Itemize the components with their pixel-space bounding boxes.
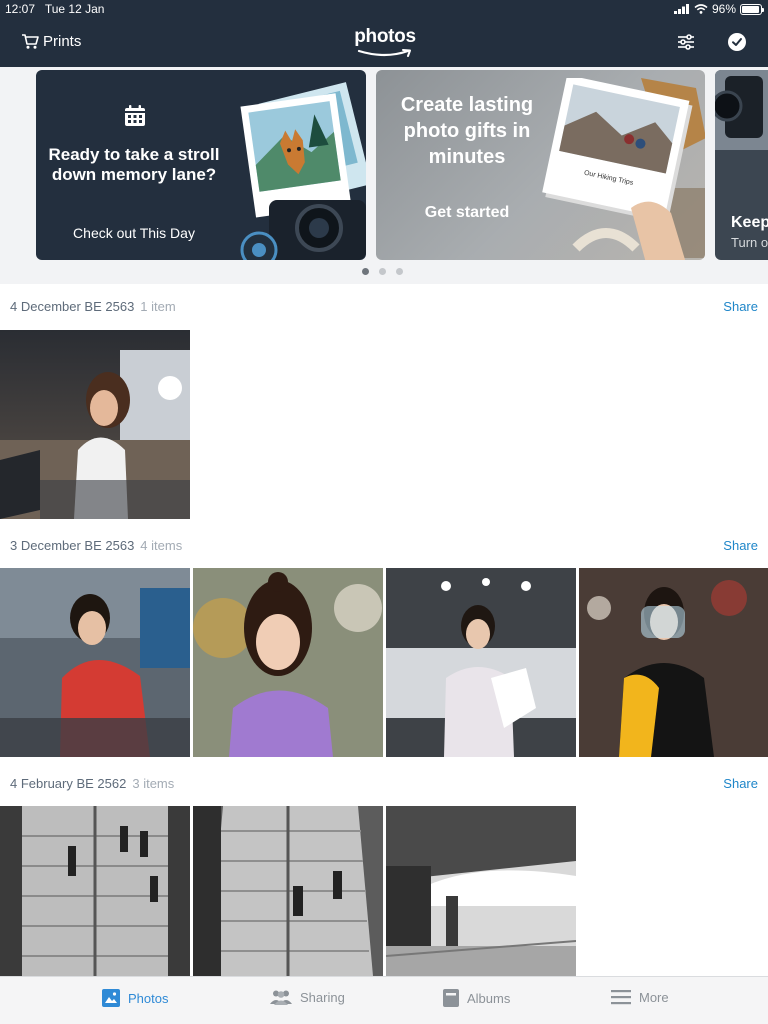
sliders-icon (678, 34, 694, 50)
carousel-dot[interactable] (362, 268, 369, 275)
bottom-tab-bar: Photos Sharing Albums More (0, 976, 768, 1024)
section-date-text: 4 February BE 2562 (10, 776, 127, 791)
photo-thumbnail[interactable] (0, 330, 190, 519)
photo-thumbnail[interactable] (0, 806, 190, 976)
photo-image (386, 806, 576, 976)
tab-label: Sharing (300, 989, 345, 1005)
photo-image (0, 568, 190, 757)
photos-logo: photos (354, 26, 416, 60)
get-started-link[interactable]: Get started (386, 204, 548, 222)
photo-thumbnail[interactable] (386, 568, 576, 757)
this-day-link[interactable]: Check out This Day (46, 225, 222, 241)
people-icon (270, 990, 292, 1005)
tab-more[interactable]: More (611, 989, 669, 1005)
section-header: 4 February BE 2562 3 items Share (0, 773, 768, 797)
camera-bag-illustration (715, 70, 768, 150)
photo-gifts-title: Create lasting photo gifts in minutes (400, 94, 534, 168)
section-date: 3 December BE 2563 4 items (10, 538, 182, 553)
photo-book-illustration: Our Hiking Trips (542, 78, 705, 260)
check-circle-icon (732, 38, 742, 46)
section-count: 4 items (140, 538, 183, 553)
status-right: 96% (673, 2, 764, 16)
app-root: 12:07 Tue 12 Jan 96% Prints photos Ready… (0, 0, 768, 1024)
section-header: 3 December BE 2563 4 items Share (0, 535, 768, 559)
album-icon (443, 989, 459, 1007)
keep-card[interactable]: Keep Turn o (715, 70, 768, 260)
photo-gifts-card[interactable]: Create lasting photo gifts in minutes Ge… (376, 70, 705, 260)
tab-photos[interactable]: Photos (102, 989, 168, 1007)
polaroid-dog-illustration (240, 82, 366, 260)
menu-icon (611, 990, 631, 1005)
top-bar: 12:07 Tue 12 Jan 96% Prints photos (0, 0, 768, 67)
section-date-text: 3 December BE 2563 (10, 538, 135, 553)
battery-percent: 96% (711, 2, 736, 16)
status-date: Tue 12 Jan (44, 2, 105, 16)
tab-label: More (639, 989, 669, 1005)
carousel-page-indicator[interactable] (362, 268, 403, 275)
share-button[interactable]: Share (723, 538, 758, 553)
promo-carousel[interactable]: Ready to take a stroll down memory lane?… (0, 67, 768, 284)
keep-card-title: Keep (731, 214, 768, 231)
section-date-text: 4 December BE 2563 (10, 299, 135, 314)
carousel-dot[interactable] (396, 268, 403, 275)
photo-thumbnail[interactable] (0, 568, 190, 757)
status-time: 12:07 (5, 2, 36, 16)
photo-image (193, 568, 383, 757)
logo-text: photos (354, 26, 416, 47)
section-header: 4 December BE 2563 1 item Share (0, 296, 768, 320)
wifi-icon (694, 4, 708, 14)
photo-image (0, 806, 190, 976)
signal-icon (673, 4, 689, 14)
photo-thumbnail[interactable] (386, 806, 576, 976)
section-count: 1 item (140, 299, 176, 314)
share-button[interactable]: Share (723, 299, 758, 314)
calendar-icon (125, 105, 145, 126)
select-button[interactable] (728, 33, 746, 51)
photo-thumbnail[interactable] (193, 806, 383, 976)
battery-level (742, 5, 760, 13)
photo-image (0, 330, 190, 519)
share-button[interactable]: Share (723, 776, 758, 791)
carousel-dot[interactable] (379, 268, 386, 275)
section-count: 3 items (132, 776, 175, 791)
photo-image (193, 806, 383, 976)
photo-icon (102, 989, 120, 1007)
memory-lane-title: Ready to take a stroll down memory lane? (48, 145, 220, 184)
photo-image (579, 568, 768, 757)
battery-icon (740, 3, 764, 15)
prints-label: Prints (43, 33, 82, 50)
shopping-cart-icon (22, 34, 39, 49)
section-date: 4 December BE 2563 1 item (10, 299, 176, 314)
tab-label: Photos (128, 990, 169, 1006)
tab-sharing[interactable]: Sharing (270, 989, 345, 1005)
keep-card-subtitle: Turn o (731, 235, 768, 250)
filter-button[interactable] (676, 32, 696, 52)
tab-albums[interactable]: Albums (443, 989, 510, 1007)
memory-lane-card[interactable]: Ready to take a stroll down memory lane?… (36, 70, 366, 260)
section-date: 4 February BE 2562 3 items (10, 776, 174, 791)
prints-button[interactable]: Prints (21, 33, 81, 50)
photo-thumbnail[interactable] (193, 568, 383, 757)
tab-label: Albums (467, 990, 511, 1006)
photo-thumbnail[interactable] (579, 568, 768, 757)
status-left: 12:07 Tue 12 Jan (5, 2, 104, 16)
photo-image (386, 568, 576, 757)
smile-arrow-icon (357, 49, 411, 57)
